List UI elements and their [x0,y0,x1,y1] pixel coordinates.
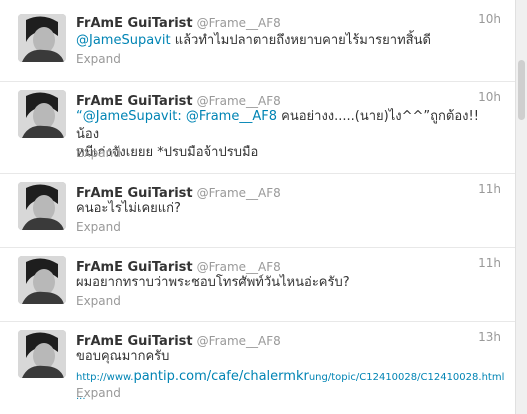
url-main: pantip.com/cafe/chalermkr [133,369,309,384]
avatar-image [18,90,66,138]
expand-link[interactable]: Expand [76,52,121,66]
quote-mark: “ [76,109,83,124]
tweet-item[interactable]: FrAmE GuiTarist @Frame__AF8 10h “@JameSup… [0,82,515,174]
screen-name[interactable]: @Frame__AF8 [197,260,281,274]
tweet-item[interactable]: FrAmE GuiTarist @Frame__AF8 11h ผมอยากทรา… [0,248,515,322]
avatar[interactable] [18,90,66,138]
expand-link[interactable]: Expand [76,146,121,160]
tweet-item[interactable]: FrAmE GuiTarist @Frame__AF8 11h คนอะไรไม่… [0,174,515,248]
screen-name[interactable]: @Frame__AF8 [197,186,281,200]
fullname[interactable]: FrAmE GuiTarist [76,186,193,201]
avatar[interactable] [18,14,66,62]
tweet-text: @JameSupavit แล้วทำไมปลาตายถึงหยาบคายไร้… [76,32,501,50]
avatar-image [18,14,66,62]
tweet-header: FrAmE GuiTarist @Frame__AF8 11h [76,256,501,275]
expand-link[interactable]: Expand [76,294,121,308]
tweet-time[interactable]: 10h [478,90,501,104]
tweet-item[interactable]: FrAmE GuiTarist @Frame__AF8 10h @JameSupa… [0,0,515,82]
tweet-header: FrAmE GuiTarist @Frame__AF8 13h [76,330,501,349]
mention-link[interactable]: @JameSupavit [83,109,178,124]
tweet-header: FrAmE GuiTarist @Frame__AF8 10h [76,90,501,109]
tweet-text: ผมอยากทราบว่าพระชอบโทรศัพท์วันไหนอ่ะครับ… [76,275,350,290]
fullname[interactable]: FrAmE GuiTarist [76,94,193,109]
tweet-text: คนอะไรไม่เคยแก่? [76,201,181,216]
tweet-timeline: FrAmE GuiTarist @Frame__AF8 10h @JameSupa… [0,0,515,414]
tweet-text: ขอบคุณมากครับ [76,349,170,364]
avatar-image [18,256,66,304]
tweet-time[interactable]: 13h [478,330,501,344]
avatar[interactable] [18,182,66,230]
tweet-body: แล้วทำไมปลาตายถึงหยาบคายไร้มารยาทสิ้นดี [170,33,431,48]
tweet-time[interactable]: 10h [478,12,501,26]
avatar-image [18,182,66,230]
mention-link[interactable]: @JameSupavit [76,33,171,48]
tweet-header: FrAmE GuiTarist @Frame__AF8 11h [76,182,501,201]
tweet-time[interactable]: 11h [478,256,501,270]
fullname[interactable]: FrAmE GuiTarist [76,260,193,275]
url-prefix: http://www. [76,372,134,383]
avatar[interactable] [18,256,66,304]
screen-name[interactable]: @Frame__AF8 [197,334,281,348]
scrollbar-thumb[interactable] [518,60,525,120]
screen-name[interactable]: @Frame__AF8 [197,16,281,30]
fullname[interactable]: FrAmE GuiTarist [76,334,193,349]
screen-name[interactable]: @Frame__AF8 [197,94,281,108]
expand-link[interactable]: Expand [76,386,121,400]
url-link[interactable]: http://www.pantip.com/cafe/chalermkrung/… [76,369,504,402]
expand-link[interactable]: Expand [76,220,121,234]
mention-separator: : [177,109,186,124]
tweet-text: “@JameSupavit: @Frame__AF8 คนอย่างง.....… [76,108,501,162]
avatar-image [18,330,66,378]
tweet-link-row: http://www.pantip.com/cafe/chalermkrung/… [76,368,504,406]
tweet-header: FrAmE GuiTarist @Frame__AF8 10h [76,12,501,31]
mention-link[interactable]: @Frame__AF8 [186,109,277,124]
tweet-item[interactable]: FrAmE GuiTarist @Frame__AF8 13h ขอบคุณมาก… [0,322,515,414]
scrollbar[interactable] [515,0,527,414]
avatar[interactable] [18,330,66,378]
fullname[interactable]: FrAmE GuiTarist [76,16,193,31]
tweet-time[interactable]: 11h [478,182,501,196]
